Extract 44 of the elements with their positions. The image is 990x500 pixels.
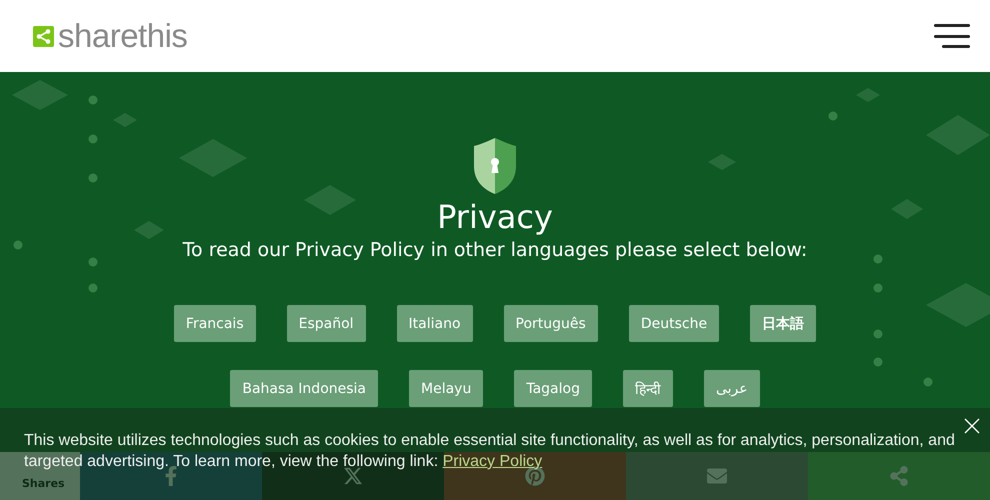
language-button[interactable]: Francais [174, 305, 256, 342]
language-button[interactable]: عربى [704, 370, 760, 408]
dot-decoration [874, 284, 882, 292]
share-logo-icon [33, 26, 54, 46]
shares-label: Shares [22, 477, 65, 490]
close-icon [964, 418, 980, 434]
privacy-policy-link[interactable]: Privacy Policy [442, 453, 542, 470]
dot-decoration [874, 330, 882, 338]
close-button[interactable] [964, 418, 980, 434]
language-button[interactable]: Português [504, 305, 598, 342]
diamond-decoration [12, 80, 68, 110]
language-button[interactable]: Español [286, 305, 366, 342]
dot-decoration [88, 134, 98, 144]
language-button[interactable]: 日本語 [750, 305, 816, 342]
dot-decoration [88, 96, 98, 104]
menu-button[interactable] [932, 24, 970, 48]
dot-decoration [14, 240, 22, 250]
language-button[interactable]: Deutsche [628, 305, 720, 342]
diamond-decoration [926, 283, 990, 327]
language-button[interactable]: हिन्दी [622, 370, 673, 408]
language-button[interactable]: Melayu [409, 370, 484, 408]
page-title: Privacy [437, 200, 553, 236]
language-button[interactable]: Bahasa Indonesia [230, 370, 378, 408]
diamond-decoration [113, 113, 137, 127]
diamond-decoration [179, 139, 247, 177]
dot-decoration [88, 258, 98, 266]
cookie-notice-text: This website utilizes technologies such as cookies to enable essential site functionality, as well as for analytics, personalization, and targeted advertising. To learn more, view the following link: Privacy Policy [24, 431, 956, 472]
logo-text[interactable]: sharethis [58, 17, 188, 55]
shield-lock-icon [472, 138, 518, 194]
dot-decoration [874, 358, 882, 366]
diamond-decoration [134, 221, 164, 239]
diamond-decoration [708, 154, 736, 170]
diamond-decoration [304, 185, 356, 215]
diamond-decoration [891, 199, 923, 219]
language-button[interactable]: Italiano [396, 305, 473, 342]
dot-decoration [828, 112, 838, 120]
dot-decoration [88, 284, 98, 292]
dot-decoration [88, 174, 98, 182]
dot-decoration [874, 254, 882, 264]
language-button[interactable]: Tagalog [514, 370, 592, 408]
subtitle: To read our Privacy Policy in other languages please select below: [182, 239, 808, 262]
dot-decoration [924, 378, 932, 386]
diamond-decoration [926, 115, 990, 155]
diamond-decoration [856, 88, 880, 102]
